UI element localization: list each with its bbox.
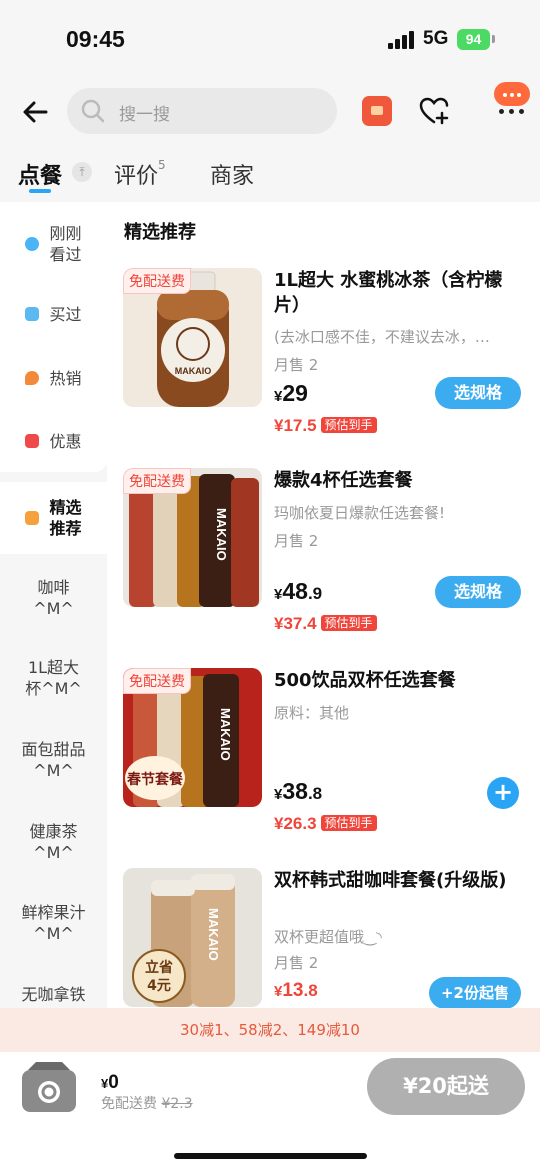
product-desc: 双杯更超值哦‿◝ (274, 928, 382, 946)
product-card[interactable]: 免配送费 MAKAIO 1L超大 水蜜桃冰茶（含柠檬片） (去冰口感不佳，不建议… (107, 268, 540, 458)
product-name: 500饮品双杯任选套餐 (274, 670, 456, 691)
search-placeholder: 搜一搜 (119, 105, 170, 125)
status-bar: 09:45 5G 94 (0, 0, 540, 80)
sidebar-item-label: 精选 推荐 (49, 498, 82, 538)
search-icon (81, 99, 105, 123)
tab-reviews-label: 评价 (114, 164, 159, 189)
sidebar-item-health-tea[interactable]: 健康茶 ^M^ (0, 820, 107, 864)
product-name: 双杯韩式甜咖啡套餐(升级版) (274, 870, 507, 891)
cart-bar: ¥0 免配送费 ¥2.3 ¥20起送 (0, 1052, 540, 1171)
tab-active-indicator (29, 189, 51, 193)
sidebar-item-recommended[interactable]: 精选 推荐 (0, 496, 107, 540)
search-input[interactable]: 搜一搜 (67, 88, 337, 134)
battery-icon: 94 (457, 29, 490, 50)
sidebar-item-hot[interactable]: 热销 (0, 366, 107, 390)
sidebar-item-label: 热销 (49, 368, 82, 388)
svg-text:MAKAIO: MAKAIO (175, 366, 212, 376)
battery-tip (492, 35, 495, 43)
thumbs-up-icon (25, 511, 40, 525)
status-time: 09:45 (66, 26, 125, 52)
free-delivery-badge: 免配送费 (123, 268, 191, 294)
bag-icon (25, 307, 40, 321)
minimum-order-button[interactable]: ¥20起送 (367, 1058, 525, 1115)
network-type: 5G (423, 28, 449, 49)
delivery-fee: 免配送费 ¥2.3 (101, 1096, 193, 1112)
svg-text:立省: 立省 (145, 959, 173, 976)
promo-bar[interactable]: 30减1、58减2、149减10 (0, 1008, 540, 1052)
product-desc: (去冰口感不佳，不建议去冰，… (274, 328, 490, 346)
tab-reviews-count: 5 (158, 157, 166, 172)
sidebar-item-bakery[interactable]: 面包甜品 ^M^ (0, 738, 107, 782)
product-name: 爆款4杯任选套餐 (274, 470, 413, 491)
sidebar-item-decaf-latte[interactable]: 无咖拿铁 (0, 982, 107, 1006)
product-sales: 月售 2 (274, 532, 319, 550)
tab-order[interactable]: 点餐 (18, 158, 62, 190)
product-price: ¥29 (274, 380, 308, 406)
sidebar-item-label: 刚刚 看过 (49, 224, 82, 264)
home-indicator (174, 1153, 367, 1159)
svg-text:MAKAIO: MAKAIO (206, 908, 221, 961)
cart-total: ¥0 (101, 1072, 119, 1093)
sidebar-item-bought[interactable]: 买过 (0, 302, 107, 326)
product-price: ¥13.8 (274, 980, 318, 1001)
estimated-price: ¥26.3 预估到手 (274, 814, 377, 834)
section-title: 精选推荐 (124, 222, 196, 243)
product-card[interactable]: 免配送费 MAKAIO 爆款4杯任选套餐 玛咖依夏日爆款任选套餐! 月售 2 ¥… (107, 468, 540, 658)
min-two-portions-button[interactable]: +2份起售 (429, 977, 521, 1009)
svg-text:MAKAIO: MAKAIO (214, 508, 229, 561)
sidebar-item-fresh-juice[interactable]: 鲜榨果汁 ^M^ (0, 901, 107, 945)
sidebar-item-label: 买过 (49, 304, 82, 324)
back-arrow-icon[interactable] (20, 96, 52, 128)
tab-order-label: 点餐 (18, 164, 63, 189)
free-delivery-badge: 免配送费 (123, 668, 191, 694)
fire-icon (25, 371, 40, 385)
favorite-add-icon[interactable] (418, 95, 450, 127)
select-spec-button[interactable]: 选规格 (435, 576, 521, 608)
sidebar-item-discount[interactable]: 优惠 (0, 429, 107, 453)
red-packet-icon[interactable] (362, 96, 392, 126)
message-bubble-icon[interactable] (494, 82, 530, 106)
product-image: MAKAIO 立省 4元 (123, 868, 262, 1007)
product-image: 免配送费 MAKAIO (123, 268, 262, 407)
product-price: ¥38.8 (274, 778, 323, 804)
category-sidebar: 刚刚 看过 买过 热销 优惠 精选 推荐 咖啡 ^M^ 1L超大 杯^M^ 面包… (0, 202, 107, 1010)
svg-text:MAKAIO: MAKAIO (218, 708, 233, 761)
product-image: 免配送费 MAKAIO 春节套餐 (123, 668, 262, 807)
sidebar-item-1l-cup[interactable]: 1L超大 杯^M^ (0, 656, 107, 700)
select-spec-button[interactable]: 选规格 (435, 377, 521, 409)
product-list: 精选推荐 免配送费 MAKAIO 1L超大 水蜜桃冰茶（含柠檬片） (去冰口感不… (107, 202, 540, 1010)
svg-text:春节套餐: 春节套餐 (126, 771, 184, 788)
sidebar-item-coffee[interactable]: 咖啡 ^M^ (0, 576, 107, 620)
signal-icon (388, 31, 415, 49)
more-icon[interactable] (497, 109, 527, 115)
svg-text:4元: 4元 (147, 978, 171, 994)
estimated-price: ¥37.4 预估到手 (274, 614, 377, 634)
estimated-price: ¥17.5 预估到手 (274, 416, 377, 436)
sidebar-item-recently-viewed[interactable]: 刚刚 看过 (0, 222, 107, 266)
tab-merchant[interactable]: 商家 (210, 158, 254, 190)
product-card[interactable]: 免配送费 MAKAIO 春节套餐 500饮品双杯任选套餐 原料：其他 ¥38.8… (107, 668, 540, 858)
sidebar-item-label: 优惠 (49, 431, 82, 451)
eye-icon (25, 237, 40, 251)
product-sales: 月售 2 (274, 356, 319, 374)
product-name: 1L超大 水蜜桃冰茶（含柠檬片） (274, 270, 503, 316)
product-price: ¥48.9 (274, 578, 323, 604)
add-to-cart-button[interactable]: + (487, 777, 519, 809)
pin-top-icon[interactable]: ⤒ (72, 162, 92, 182)
tab-merchant-label: 商家 (210, 164, 255, 189)
free-delivery-badge: 免配送费 (123, 468, 191, 494)
korean-coffee-image: MAKAIO 立省 4元 (132, 874, 235, 1007)
coupon-icon (25, 434, 40, 448)
product-card[interactable]: MAKAIO 立省 4元 双杯韩式甜咖啡套餐(升级版) 双杯更超值哦‿◝ 月售 … (107, 868, 540, 1010)
cart-icon[interactable] (18, 1058, 80, 1114)
product-desc: 玛咖依夏日爆款任选套餐! (274, 504, 446, 522)
product-sales: 月售 2 (274, 954, 319, 972)
product-desc: 原料：其他 (274, 704, 350, 722)
tab-reviews[interactable]: 评价5 (114, 158, 166, 190)
product-image: 免配送费 MAKAIO (123, 468, 262, 607)
